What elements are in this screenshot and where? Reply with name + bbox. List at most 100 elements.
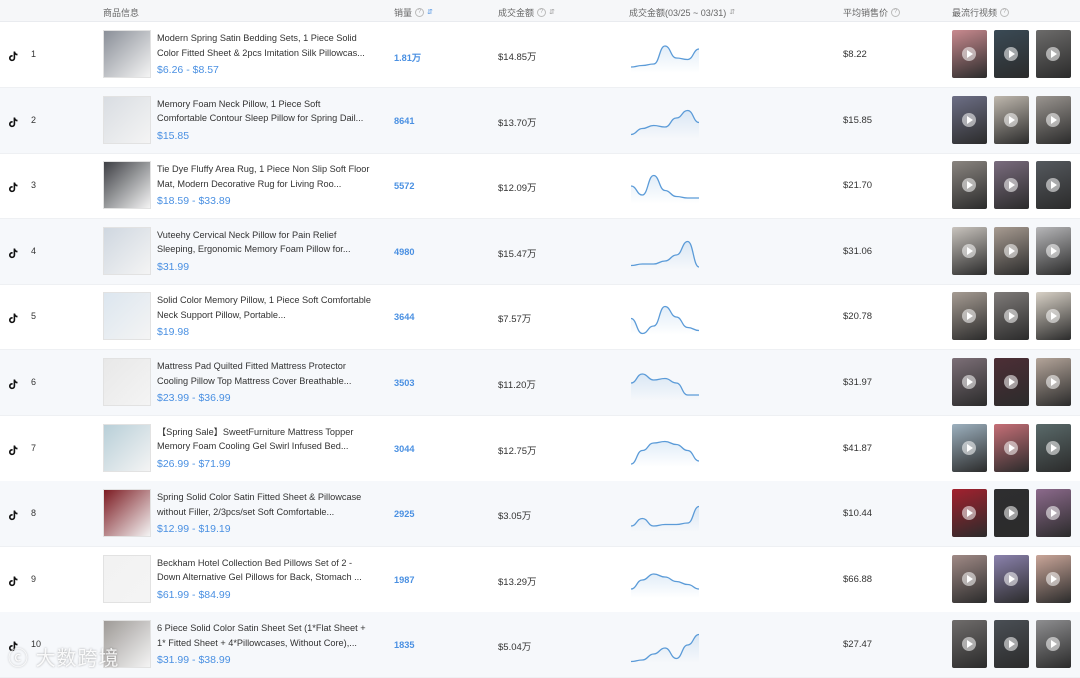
video-thumbnail[interactable] — [994, 292, 1029, 341]
play-icon[interactable] — [1046, 243, 1060, 258]
video-thumbnail[interactable] — [1036, 489, 1071, 538]
play-icon[interactable] — [962, 178, 976, 193]
video-thumbnail[interactable] — [952, 292, 987, 341]
help-icon[interactable]: ? — [891, 8, 901, 17]
play-icon[interactable] — [1004, 506, 1018, 521]
product-thumbnail[interactable] — [103, 95, 151, 144]
video-thumbnail[interactable] — [1036, 292, 1071, 341]
sort-icon[interactable]: ⇵ — [729, 9, 735, 16]
video-thumbnail[interactable] — [952, 226, 987, 275]
table-row[interactable]: 5 Solid Color Memory Pillow, 1 Piece Sof… — [0, 284, 1080, 351]
play-icon[interactable] — [962, 637, 976, 652]
play-icon[interactable] — [1004, 375, 1018, 389]
play-icon[interactable] — [962, 571, 976, 586]
product-title[interactable]: 【Spring Sale】SweetFurniture Mattress Top… — [157, 425, 372, 454]
table-row[interactable]: 10 6 Piece Solid Color Satin Sheet Set (… — [0, 612, 1080, 678]
table-row[interactable]: 2 Memory Foam Neck Pillow, 1 Piece Soft … — [0, 87, 1080, 154]
play-icon[interactable] — [1004, 112, 1018, 127]
product-thumbnail[interactable] — [103, 358, 151, 406]
play-icon[interactable] — [1046, 112, 1060, 127]
video-thumbnail[interactable] — [952, 358, 987, 406]
product-title[interactable]: Memory Foam Neck Pillow, 1 Piece Soft Co… — [157, 97, 372, 126]
video-thumbnail[interactable] — [1036, 358, 1071, 406]
help-icon[interactable]: ? — [415, 8, 425, 17]
video-thumbnail[interactable] — [952, 161, 987, 210]
play-icon[interactable] — [1046, 47, 1060, 61]
video-thumbnail[interactable] — [994, 95, 1029, 144]
play-icon[interactable] — [1004, 637, 1018, 652]
play-icon[interactable] — [1046, 309, 1060, 324]
product-thumbnail[interactable] — [103, 30, 151, 78]
video-thumbnail[interactable] — [994, 161, 1029, 210]
video-thumbnail[interactable] — [952, 620, 987, 669]
play-icon[interactable] — [1046, 440, 1060, 455]
play-icon[interactable] — [962, 375, 976, 389]
table-row[interactable]: 3 Tie Dye Fluffy Area Rug, 1 Piece Non S… — [0, 153, 1080, 220]
video-thumbnail[interactable] — [994, 423, 1029, 472]
video-thumbnail[interactable] — [952, 554, 987, 603]
video-thumbnail[interactable] — [994, 489, 1029, 538]
header-trend[interactable]: 成交金额(03/25 ~ 03/31) ⇵ — [629, 6, 735, 19]
play-icon[interactable] — [1004, 571, 1018, 586]
play-icon[interactable] — [1046, 571, 1060, 586]
product-title[interactable]: Spring Solid Color Satin Fitted Sheet & … — [157, 490, 372, 519]
product-thumbnail[interactable] — [103, 554, 151, 603]
product-title[interactable]: Solid Color Memory Pillow, 1 Piece Soft … — [157, 293, 372, 322]
video-thumbnail[interactable] — [1036, 30, 1071, 78]
table-row[interactable]: 8 Spring Solid Color Satin Fitted Sheet … — [0, 481, 1080, 548]
product-title[interactable]: Beckham Hotel Collection Bed Pillows Set… — [157, 556, 372, 585]
table-row[interactable]: 1 Modern Spring Satin Bedding Sets, 1 Pi… — [0, 22, 1080, 88]
video-thumbnail[interactable] — [952, 95, 987, 144]
play-icon[interactable] — [962, 243, 976, 258]
product-thumbnail[interactable] — [103, 489, 151, 538]
help-icon[interactable]: ? — [1000, 8, 1010, 17]
video-thumbnail[interactable] — [952, 489, 987, 538]
video-thumbnail[interactable] — [952, 30, 987, 78]
product-thumbnail[interactable] — [103, 161, 151, 210]
play-icon[interactable] — [962, 47, 976, 61]
video-thumbnail[interactable] — [994, 226, 1029, 275]
video-thumbnail[interactable] — [1036, 620, 1071, 669]
product-title[interactable]: Modern Spring Satin Bedding Sets, 1 Piec… — [157, 31, 372, 60]
play-icon[interactable] — [1004, 440, 1018, 455]
help-icon[interactable]: ? — [537, 8, 547, 17]
header-sales[interactable]: 销量? ⇵ — [394, 6, 433, 19]
header-gmv[interactable]: 成交金额? ⇵ — [498, 6, 555, 19]
video-thumbnail[interactable] — [1036, 423, 1071, 472]
play-icon[interactable] — [1004, 309, 1018, 324]
table-row[interactable]: 4 Vuteehy Cervical Neck Pillow for Pain … — [0, 218, 1080, 285]
play-icon[interactable] — [962, 440, 976, 455]
play-icon[interactable] — [1004, 47, 1018, 61]
video-thumbnail[interactable] — [1036, 95, 1071, 144]
video-thumbnail[interactable] — [1036, 226, 1071, 275]
sort-icon[interactable]: ⇵ — [549, 9, 555, 16]
product-title[interactable]: Mattress Pad Quilted Fitted Mattress Pro… — [157, 359, 372, 388]
play-icon[interactable] — [1046, 637, 1060, 652]
product-thumbnail[interactable] — [103, 423, 151, 472]
sort-icon[interactable]: ⇵ — [427, 9, 433, 16]
product-thumbnail[interactable] — [103, 292, 151, 341]
product-thumbnail[interactable] — [103, 226, 151, 275]
video-thumbnail[interactable] — [994, 554, 1029, 603]
play-icon[interactable] — [962, 506, 976, 521]
play-icon[interactable] — [1046, 178, 1060, 193]
table-row[interactable]: 7 【Spring Sale】SweetFurniture Mattress T… — [0, 416, 1080, 482]
product-title[interactable]: 6 Piece Solid Color Satin Sheet Set (1*F… — [157, 621, 372, 650]
product-title[interactable]: Tie Dye Fluffy Area Rug, 1 Piece Non Sli… — [157, 162, 372, 191]
avg-price-value: $15.85 — [843, 114, 873, 126]
play-icon[interactable] — [1046, 506, 1060, 521]
video-thumbnail[interactable] — [994, 620, 1029, 669]
video-thumbnail[interactable] — [1036, 161, 1071, 210]
play-icon[interactable] — [1046, 375, 1060, 389]
video-thumbnail[interactable] — [994, 30, 1029, 78]
play-icon[interactable] — [1004, 243, 1018, 258]
product-title[interactable]: Vuteehy Cervical Neck Pillow for Pain Re… — [157, 228, 372, 257]
table-row[interactable]: 9 Beckham Hotel Collection Bed Pillows S… — [0, 547, 1080, 613]
play-icon[interactable] — [962, 309, 976, 324]
table-row[interactable]: 6 Mattress Pad Quilted Fitted Mattress P… — [0, 350, 1080, 416]
video-thumbnail[interactable] — [1036, 554, 1071, 603]
video-thumbnail[interactable] — [952, 423, 987, 472]
play-icon[interactable] — [962, 112, 976, 127]
video-thumbnail[interactable] — [994, 358, 1029, 406]
play-icon[interactable] — [1004, 178, 1018, 193]
